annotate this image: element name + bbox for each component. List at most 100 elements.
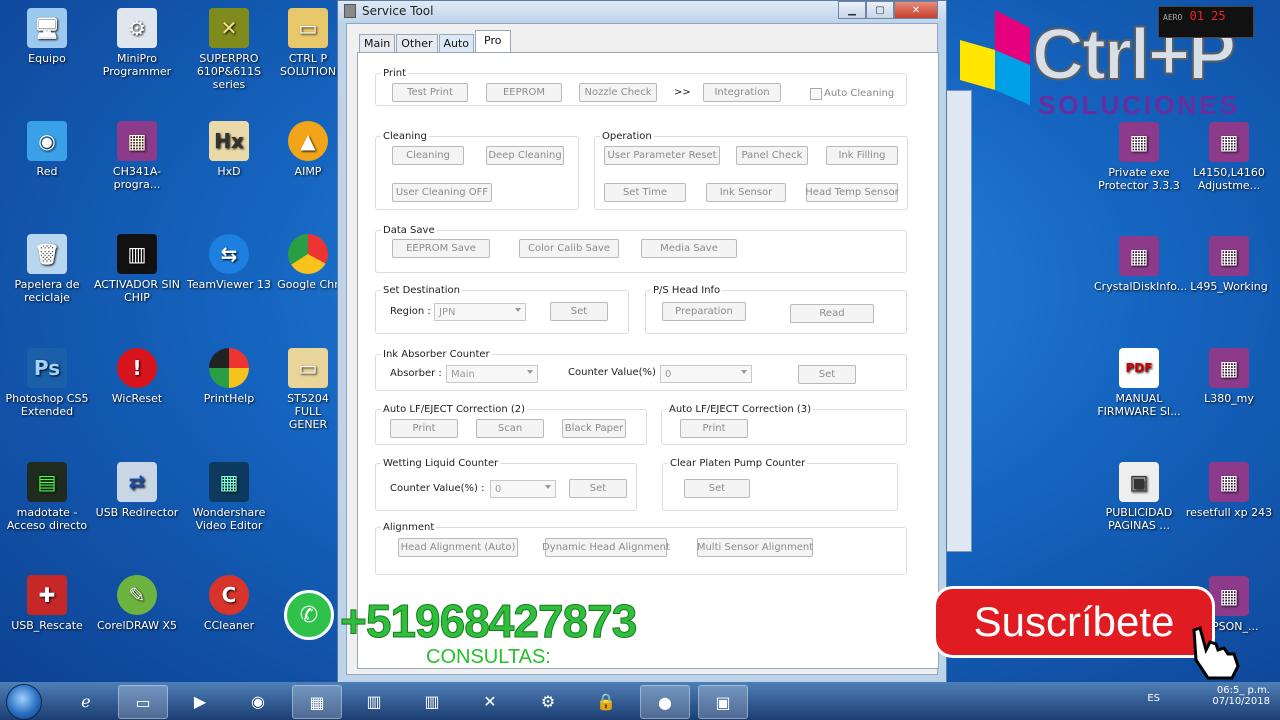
wetting-counter-select[interactable]: 0 [490,480,556,498]
absorber-select[interactable]: Main [446,365,538,383]
desktop-icon-ch341a[interactable]: ▦ CH341A-progra... [92,121,182,191]
desktop-icon-usb-redirector[interactable]: ⇄ USB Redirector [92,462,182,519]
eeprom-save-button[interactable]: EEPROM Save [392,239,490,258]
color-calib-save-button[interactable]: Color Calib Save [519,239,619,258]
desktop-icon-red[interactable]: ◉ Red [2,121,92,178]
read-button[interactable]: Read [790,304,874,323]
ink-filling-button[interactable]: Ink Filling [826,146,898,165]
record-taskbar-icon[interactable]: ● [640,685,690,719]
desktop-icon-l380[interactable]: ▦ L380_my [1184,348,1274,405]
nozzle-check-button[interactable]: Nozzle Check [579,83,657,102]
activador-taskbar-icon[interactable]: ▥ [408,685,456,717]
auto-lf2-scan-button[interactable]: Scan [476,419,544,438]
desktop-icon-minipro[interactable]: ⚙ MiniPro Programmer [92,8,182,78]
lock-taskbar-icon[interactable]: 🔒 [582,685,630,717]
language-indicator[interactable]: ES [1147,693,1160,704]
desktop-icon-superpro[interactable]: ✕ SUPERPRO 610P&611S series [184,8,274,91]
clock-time[interactable]: 06:5_ p.m. [1200,685,1270,696]
desktop-icon-chrome[interactable]: Google Chr [276,234,340,291]
preparation-button[interactable]: Preparation [662,302,746,321]
explorer-icon[interactable]: ▭ [118,685,168,719]
close-button[interactable]: ✕ [894,1,938,19]
desktop-icon-usb-rescate[interactable]: ✚ USB_Rescate [2,575,92,632]
desktop-icon-activador[interactable]: ▥ ACTIVADOR SIN CHIP [92,234,182,304]
tab-other[interactable]: Other [396,34,438,53]
user-cleaning-off-button[interactable]: User Cleaning OFF [392,183,492,202]
background-window [946,90,972,552]
desktop-icon-crystaldisk[interactable]: ▦ CrystalDiskInfo... [1094,236,1187,293]
video-editor-icon: ▦ [209,462,249,502]
auto-lf2-black-paper-button[interactable]: Black Paper [562,419,626,438]
auto-lf3-print-button[interactable]: Print [680,419,748,438]
region-select[interactable]: JPN [434,303,526,321]
desktop-icon-teamviewer[interactable]: ⇆ TeamViewer 13 [184,234,274,291]
wicreset-icon: ! [117,348,157,388]
minimize-button[interactable]: ▁ [838,1,866,19]
wetting-counter-value: 0 [495,483,502,495]
media-save-button[interactable]: Media Save [641,239,737,258]
desktop-icon-printhelp[interactable]: PrintHelp [184,348,274,405]
set-time-button[interactable]: Set Time [604,183,686,202]
chrome-taskbar-icon[interactable]: ◉ [234,685,282,717]
media-player-icon[interactable]: ▶ [176,685,224,717]
multi-sensor-alignment-button[interactable]: Multi Sensor Alignment [697,538,813,557]
desktop-icon-l495[interactable]: ▦ L495_Working [1184,236,1274,293]
desktop-icon-recycle-bin[interactable]: 🗑 Papelera de reciclaje [2,234,92,304]
desktop-icon-madotate[interactable]: ▤ madotate - Acceso directo [2,462,92,532]
desktop-icon-ccleaner[interactable]: C CCleaner [184,575,274,632]
subscribe-label: Suscríbete [973,598,1175,645]
tab-main[interactable]: Main [359,34,396,53]
window-titlebar[interactable]: Service Tool ▁ ▢ ✕ [338,1,946,21]
panel-check-button[interactable]: Panel Check [736,146,808,165]
head-alignment-auto-button[interactable]: Head Alignment (Auto) [398,538,518,557]
desktop-icon-equipo[interactable]: 🖥 Equipo [2,8,92,65]
region-set-button[interactable]: Set [550,302,608,321]
desktop-icon-st5204[interactable]: ▭ ST5204 FULL GENER [276,348,340,431]
wetting-set-button[interactable]: Set [569,479,627,498]
desktop-icon-wondershare[interactable]: ▦ Wondershare Video Editor [184,462,274,532]
desktop-icon-publicidad[interactable]: ▣ PUBLICIDAD PAGINAS ... [1094,462,1184,532]
desktop-icon-hxd[interactable]: Hx HxD [184,121,274,178]
clock-date[interactable]: 07/10/2018 [1200,696,1270,707]
desktop-icon-resetfull[interactable]: ▦ resetfull xp 243 [1184,462,1274,519]
gadget-value: 01 25 [1189,9,1226,23]
cleaning-button[interactable]: Cleaning [392,146,464,165]
desktop-icon-manual-firmware[interactable]: PDF MANUAL FIRMWARE SI... [1094,348,1184,418]
start-button[interactable] [6,684,42,720]
recycle-bin-icon: 🗑 [27,234,67,274]
chevron-down-icon [741,370,747,374]
platen-set-button[interactable]: Set [684,479,750,498]
desktop-icon-photoshop[interactable]: Ps Photoshop CS5 Extended [2,348,92,418]
desktop-icon-aimp[interactable]: ▲ AIMP [276,121,340,178]
pro-tab-panel: Print Test Print EEPROM Nozzle Check >> … [357,52,939,669]
ink-absorber-counter-select[interactable]: 0 [660,365,752,383]
minipro-taskbar-icon[interactable]: ⚙ [524,685,572,717]
aimp-icon: ▲ [288,121,328,161]
service-tool-taskbar-icon[interactable]: ▣ [698,685,748,719]
chevron-down-icon [515,308,521,312]
superpro-taskbar-icon[interactable]: ✕ [466,685,514,717]
deep-cleaning-button[interactable]: Deep Cleaning [486,146,564,165]
dynamic-head-alignment-button[interactable]: Dynamic Head Alignment [542,538,670,557]
whatsapp-icon: ✆ [284,590,334,640]
ie-icon[interactable]: ℯ [62,685,110,717]
ink-sensor-button[interactable]: Ink Sensor [706,183,786,202]
chip-taskbar-icon[interactable]: ▥ [350,685,398,717]
auto-cleaning-checkbox[interactable] [810,88,822,100]
tab-auto[interactable]: Auto [438,34,475,53]
integration-button[interactable]: Integration [703,83,781,102]
maximize-button[interactable]: ▢ [866,1,894,19]
eeprom-button[interactable]: EEPROM [486,83,562,102]
test-print-button[interactable]: Test Print [392,83,468,102]
auto-lf2-print-button[interactable]: Print [390,419,458,438]
desktop-icon-coreldraw[interactable]: ✎ CorelDRAW X5 [92,575,182,632]
head-temp-sensor-button[interactable]: Head Temp Sensor [805,183,899,202]
user-parameter-reset-button[interactable]: User Parameter Reset [604,146,720,165]
ink-absorber-set-button[interactable]: Set [798,365,856,384]
desktop-icon-wicreset[interactable]: ! WicReset [92,348,182,405]
ink-absorber-counter-value: 0 [665,368,672,380]
video-editor-taskbar-icon[interactable]: ▦ [292,685,342,719]
cleaning-group-label: Cleaning [381,131,429,143]
subscribe-button[interactable]: Suscríbete [933,586,1215,658]
desktop-icon-ctrlp-solution[interactable]: ▭ CTRL P SOLUTION [276,8,340,78]
